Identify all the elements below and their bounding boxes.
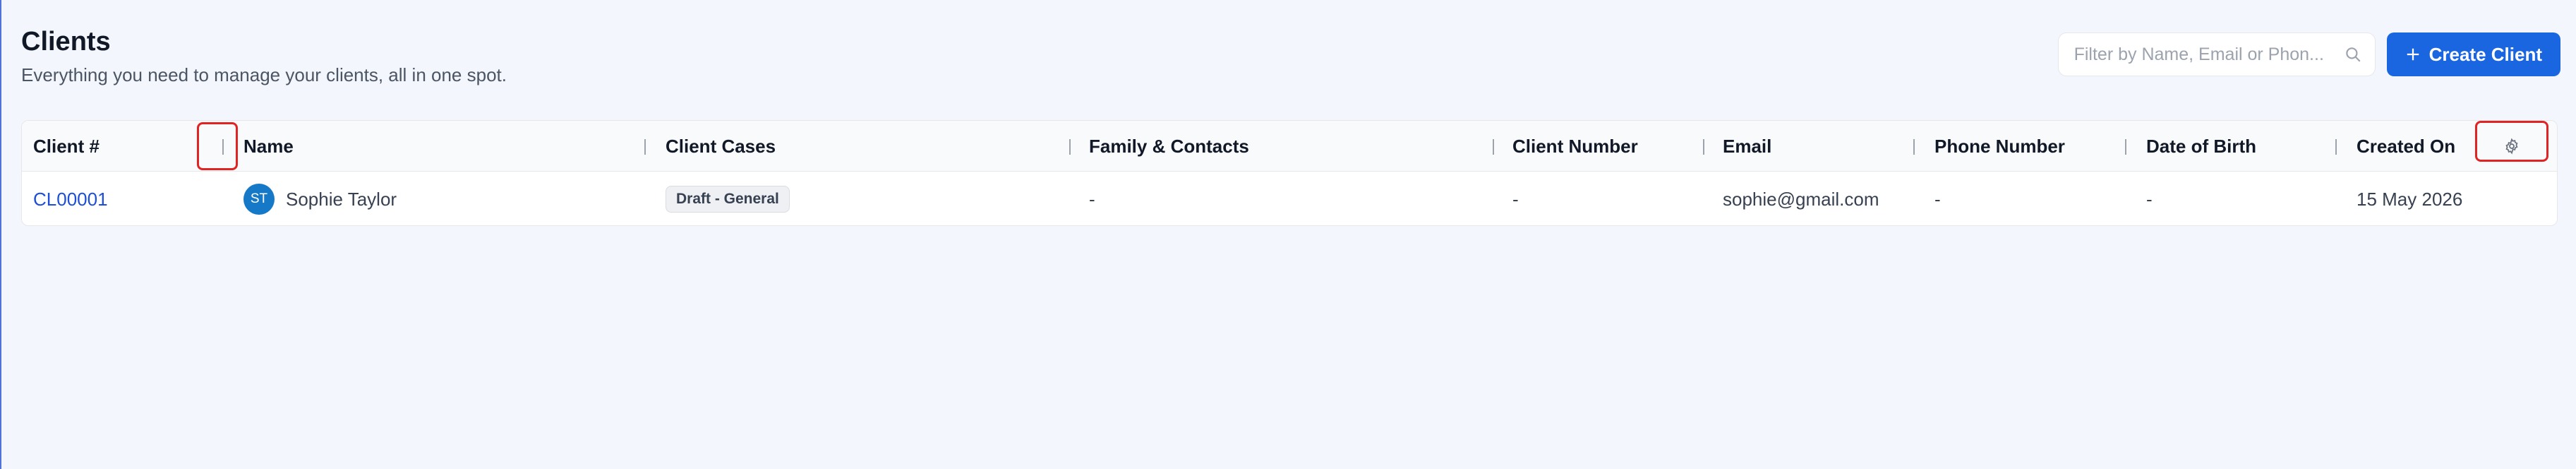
date-of-birth-cell: - [2146,188,2153,210]
column-header-client-number[interactable]: Client Number [1512,121,1638,172]
column-header-date-of-birth[interactable]: Date of Birth [2146,121,2256,172]
column-resizer-client-cases[interactable] [1069,139,1071,155]
column-header-client-id[interactable]: Client # [33,121,100,172]
clients-table: Client # Name Client Cases Family & Cont… [21,120,2558,226]
client-id-link[interactable]: CL00001 [33,172,108,225]
client-cases-cell: Draft - General [666,172,790,225]
client-id-text[interactable]: CL00001 [33,189,108,210]
column-resizer-phone-number[interactable] [2125,139,2126,155]
resizer-highlight-box [197,122,238,170]
column-header-phone-number[interactable]: Phone Number [1934,121,2065,172]
created-on-cell: 15 May 2026 [2357,188,2463,210]
gear-icon[interactable] [2503,138,2520,155]
table-row[interactable]: CL00001 ST Sophie Taylor Draft - General… [22,172,2557,225]
family-contacts-cell: - [1089,188,1095,210]
table-header: Client # Name Client Cases Family & Cont… [22,121,2557,172]
page-title: Clients [21,27,111,57]
column-header-name[interactable]: Name [243,121,294,172]
search-input[interactable] [2074,44,2340,65]
phone-number-cell: - [1934,188,1941,210]
plus-icon [2407,48,2419,61]
column-header-family-contacts[interactable]: Family & Contacts [1089,121,1249,172]
column-header-created-on[interactable]: Created On [2357,121,2455,172]
create-client-label: Create Client [2428,43,2542,65]
page-subtitle: Everything you need to manage your clien… [21,64,507,85]
column-header-client-cases[interactable]: Client Cases [666,121,776,172]
column-header-email[interactable]: Email [1723,121,1771,172]
avatar-initials: ST [250,191,268,206]
case-status-badge[interactable]: Draft - General [666,186,790,213]
toolbar: Create Client [2057,32,2560,76]
email-cell: sophie@gmail.com [1723,188,1879,210]
column-resizer-family-contacts[interactable] [1493,139,1494,155]
client-name-cell: ST Sophie Taylor [243,172,397,225]
client-number-cell: - [1512,188,1519,210]
column-resizer-client-number[interactable] [1703,139,1704,155]
column-resizer-email[interactable] [1913,139,1915,155]
search-icon[interactable] [2344,45,2362,64]
clients-page: Clients Everything you need to manage yo… [0,0,2576,469]
column-resizer-name[interactable] [644,139,646,155]
page-header: Clients Everything you need to manage yo… [21,25,507,86]
search-box[interactable] [2057,32,2376,76]
client-name: Sophie Taylor [286,188,397,210]
column-resizer-date-of-birth[interactable] [2335,139,2337,155]
avatar: ST [243,184,275,215]
create-client-button[interactable]: Create Client [2386,32,2560,76]
